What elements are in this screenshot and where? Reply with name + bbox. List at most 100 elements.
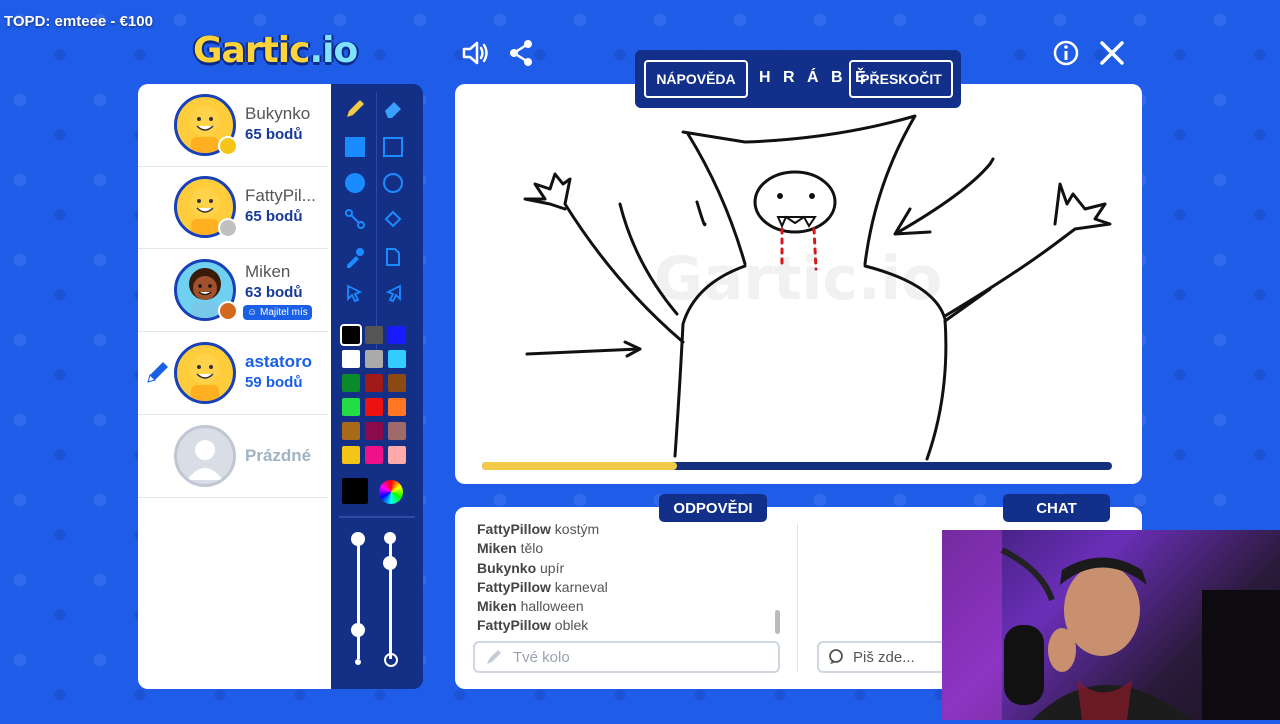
fill-bucket-tool[interactable] bbox=[376, 202, 410, 236]
pencil-icon bbox=[487, 650, 501, 664]
watermark: Gartic.io bbox=[654, 244, 943, 314]
player-name: Prázdné bbox=[245, 446, 312, 465]
color-swatch[interactable] bbox=[342, 422, 360, 440]
chat-tab[interactable]: CHAT bbox=[1003, 494, 1110, 522]
list-item: FattyPillow oblek bbox=[477, 616, 777, 635]
answer-placeholder: Tvé kolo bbox=[513, 648, 570, 666]
help-button[interactable]: NÁPOVĚDA bbox=[644, 60, 748, 98]
rect-tool[interactable] bbox=[376, 130, 410, 164]
player-card-active: astatoro 59 bodů bbox=[138, 332, 328, 415]
color-swatch[interactable] bbox=[342, 398, 360, 416]
eraser-tool[interactable] bbox=[376, 92, 410, 126]
new-page-tool[interactable] bbox=[376, 240, 410, 274]
avatar-placeholder bbox=[174, 425, 236, 487]
color-swatch[interactable] bbox=[388, 422, 406, 440]
message-user: Bukynko bbox=[477, 559, 537, 576]
message-text: upír bbox=[540, 559, 565, 576]
answers-tab[interactable]: ODPOVĚDI bbox=[659, 494, 767, 522]
player-card-empty: Prázdné bbox=[138, 415, 328, 498]
redo-tool[interactable] bbox=[376, 276, 410, 310]
answer-input[interactable]: Tvé kolo bbox=[473, 641, 780, 673]
eyedropper-tool[interactable] bbox=[338, 240, 372, 274]
undo-tool[interactable] bbox=[338, 276, 372, 310]
scrollbar[interactable] bbox=[775, 610, 780, 634]
color-swatch[interactable] bbox=[388, 350, 406, 368]
hint-bar: NÁPOVĚDA H R Á B Ě PŘESKOČIT bbox=[635, 50, 961, 108]
player-card: FattyPil... 65 bodů bbox=[138, 166, 328, 249]
gartic-logo: Gartic.io bbox=[193, 30, 358, 71]
color-swatch[interactable] bbox=[388, 374, 406, 392]
pencil-tool[interactable] bbox=[338, 92, 372, 126]
color-swatch[interactable] bbox=[342, 446, 360, 464]
circle-tool[interactable] bbox=[376, 166, 410, 200]
message-user: FattyPillow bbox=[477, 578, 551, 595]
share-icon[interactable] bbox=[507, 38, 537, 68]
color-swatch[interactable] bbox=[365, 326, 383, 344]
status-badge bbox=[218, 218, 238, 238]
pencil-icon bbox=[144, 360, 170, 390]
brush-size-handle[interactable] bbox=[351, 532, 365, 546]
player-name: Miken bbox=[245, 262, 291, 281]
stream-overlay-text: TOPD: emteee - €100 bbox=[4, 13, 153, 30]
current-color bbox=[342, 478, 368, 504]
close-icon[interactable] bbox=[1097, 38, 1127, 68]
round-timer-fill bbox=[482, 462, 678, 470]
line-tool[interactable] bbox=[338, 202, 372, 236]
owner-badge-label: Majitel mís bbox=[260, 307, 308, 318]
color-swatch[interactable] bbox=[342, 374, 360, 392]
list-item: Bukynko upír bbox=[477, 559, 777, 578]
color-swatch[interactable] bbox=[365, 350, 383, 368]
opacity-handle[interactable] bbox=[383, 556, 397, 570]
color-swatch[interactable] bbox=[340, 324, 362, 346]
chat-placeholder: Piš zde... bbox=[853, 648, 915, 666]
player-score: 63 bodů bbox=[245, 284, 303, 301]
color-swatch[interactable] bbox=[388, 446, 406, 464]
status-badge bbox=[218, 301, 238, 321]
player-card: Bukynko 65 bodů bbox=[138, 84, 328, 167]
logo-suffix: .io bbox=[309, 30, 358, 71]
player-score: 65 bodů bbox=[245, 208, 303, 225]
list-item: Miken tělo bbox=[477, 539, 777, 558]
filled-rect-tool[interactable] bbox=[338, 130, 372, 164]
message-user: FattyPillow bbox=[477, 617, 551, 634]
color-swatch[interactable] bbox=[365, 422, 383, 440]
sound-icon[interactable] bbox=[460, 38, 490, 68]
chat-bubble-icon bbox=[829, 649, 843, 664]
owner-badge: ☺ Majitel mís bbox=[243, 305, 312, 320]
chat-input[interactable]: Piš zde... bbox=[817, 641, 947, 673]
brush-size-handle-low[interactable] bbox=[351, 623, 365, 637]
player-score: 65 bodů bbox=[245, 126, 303, 143]
players-panel: Bukynko 65 bodů FattyPil... 65 bodů Mike… bbox=[138, 84, 331, 689]
player-card: Miken 63 bodů ☺ Majitel mís bbox=[138, 249, 328, 332]
large-circle bbox=[384, 653, 398, 667]
list-item: FattyPillow kostým bbox=[477, 520, 777, 539]
message-text: tělo bbox=[520, 540, 544, 557]
skip-button[interactable]: PŘESKOČIT bbox=[849, 60, 953, 98]
color-swatch[interactable] bbox=[365, 374, 383, 392]
message-user: FattyPillow bbox=[477, 521, 551, 537]
webcam-overlay bbox=[942, 530, 1280, 720]
brush-size-track bbox=[357, 539, 360, 659]
color-wheel-icon[interactable] bbox=[379, 480, 403, 504]
color-swatch[interactable] bbox=[342, 350, 360, 368]
color-swatch[interactable] bbox=[388, 326, 406, 344]
color-swatch[interactable] bbox=[365, 398, 383, 416]
message-user: Miken bbox=[477, 540, 517, 557]
small-dot bbox=[355, 659, 361, 665]
filled-circle-tool[interactable] bbox=[338, 166, 372, 200]
player-name: Bukynko bbox=[245, 104, 311, 123]
player-score: 59 bodů bbox=[245, 374, 303, 391]
player-name: FattyPil... bbox=[245, 186, 316, 205]
opacity-handle-top[interactable] bbox=[384, 532, 396, 544]
avatar bbox=[174, 342, 236, 404]
message-text: kostým bbox=[554, 521, 600, 537]
color-swatch[interactable] bbox=[388, 398, 406, 416]
status-badge bbox=[218, 136, 238, 156]
info-icon[interactable] bbox=[1051, 38, 1081, 68]
drawing-canvas[interactable]: Gartic.io bbox=[455, 84, 1142, 484]
color-swatch[interactable] bbox=[365, 446, 383, 464]
drawing: Gartic.io bbox=[523, 114, 1112, 461]
player-name: astatoro bbox=[245, 352, 313, 371]
round-timer-bar bbox=[482, 462, 1112, 470]
list-item: FattyPillow karneval bbox=[477, 578, 777, 597]
